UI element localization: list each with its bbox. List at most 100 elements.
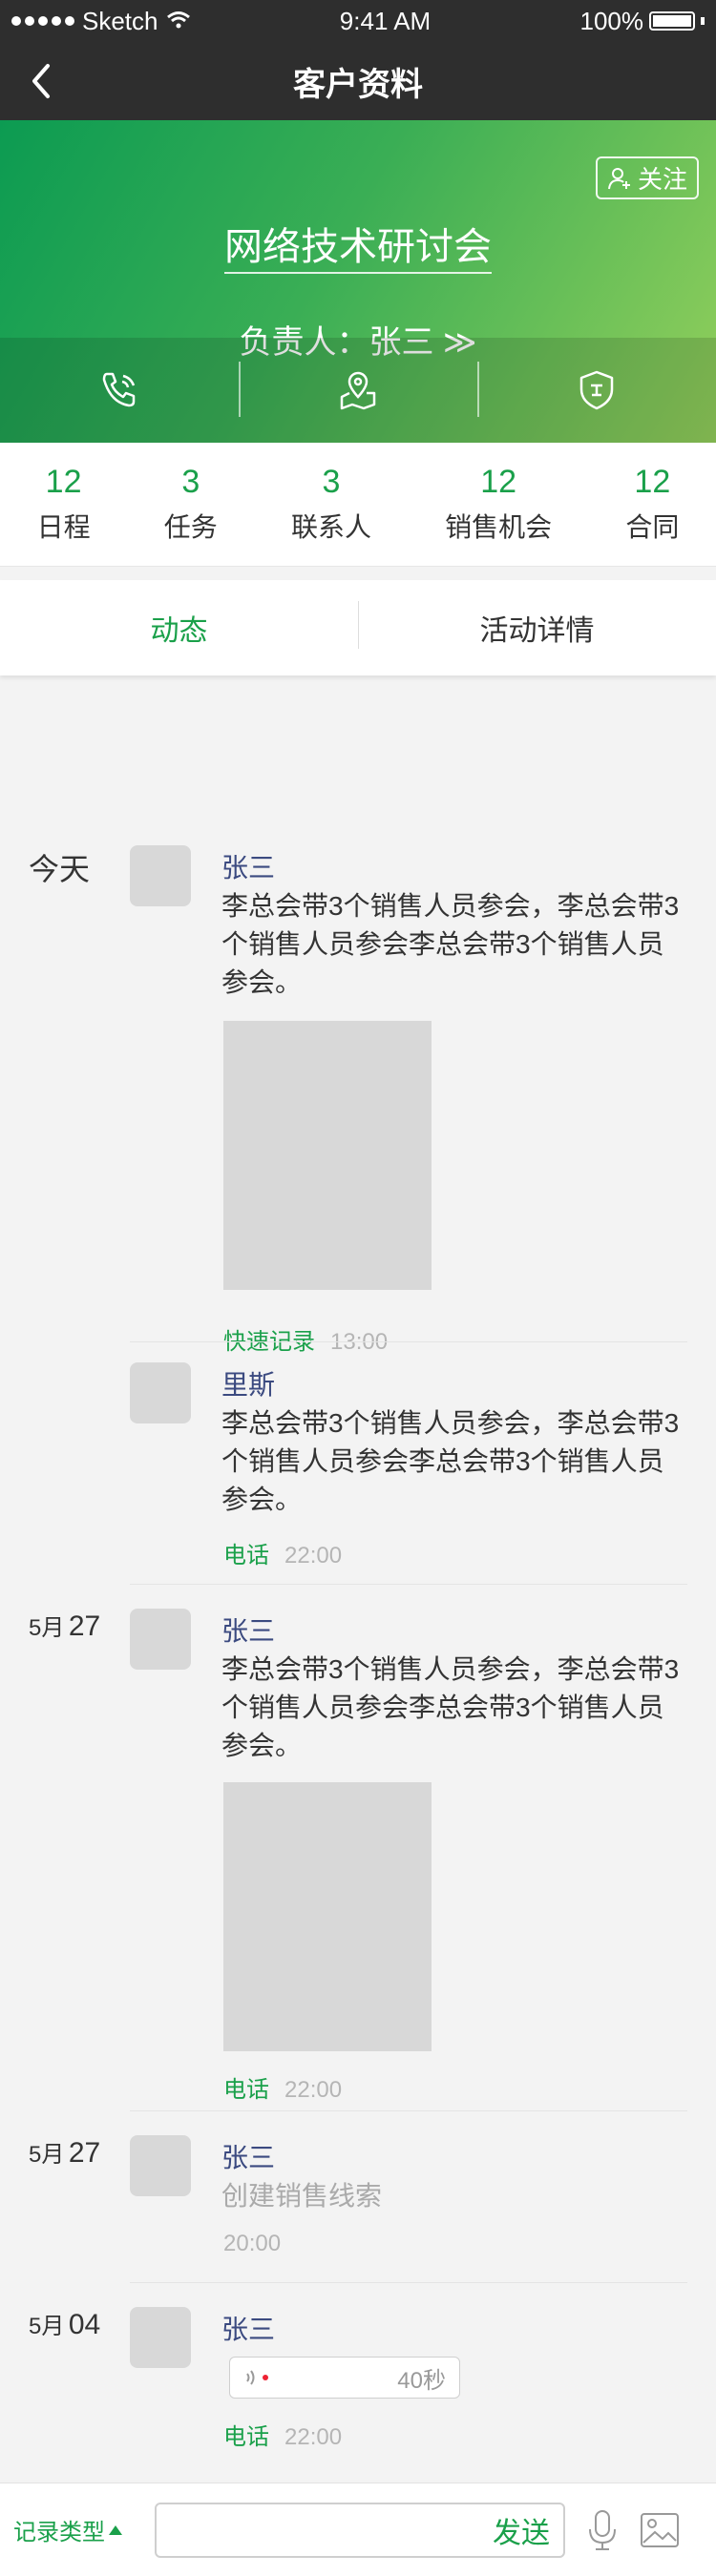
stat-label: 日程 [36,512,91,542]
record-type: 电话 [223,2424,269,2450]
record-input[interactable] [170,2515,493,2545]
map-pin-icon [340,371,376,410]
page-title: 客户资料 [293,66,423,103]
clock: 9:41 AM [339,6,432,35]
wifi-icon [166,7,191,36]
divider [130,2110,687,2111]
entry-meta: 电话 22:00 [223,2070,342,2104]
date-label: 5月 27 [29,2135,100,2170]
entry-meta: 快速记录 13:00 [223,1322,388,1356]
microphone-button[interactable] [586,2508,619,2552]
record-input-box: 发送 [155,2502,565,2558]
tab-activity[interactable]: 动态 [0,607,358,649]
signal-icon [11,16,74,26]
stat-label: 合同 [625,512,680,542]
stat-schedule[interactable]: 12 日程 [37,464,91,545]
entry-time: 22:00 [284,2424,343,2450]
stat-label: 销售机会 [445,512,553,542]
entry-photo[interactable] [223,1782,432,2051]
avatar[interactable] [130,1362,191,1423]
image-icon [641,2512,679,2547]
author-name[interactable]: 张三 [221,1610,275,1649]
shield-button[interactable] [477,338,716,443]
stat-contacts[interactable]: 3 联系人 [291,464,371,545]
add-user-icon [607,167,630,189]
image-button[interactable] [640,2511,680,2549]
battery-nub [701,17,705,25]
stat-opportunities[interactable]: 12 销售机会 [445,464,552,545]
stat-tasks[interactable]: 3 任务 [164,464,218,545]
quick-actions [0,338,716,443]
stat-label: 联系人 [290,512,371,542]
record-type: 电话 [223,1543,269,1568]
entry-time: 20:00 [223,2231,282,2256]
phone-icon [102,372,136,407]
battery: 100% [580,7,705,36]
customer-name-text: 网络技术研讨会 [224,226,492,274]
battery-percent: 100% [579,6,644,35]
follow-button[interactable]: 关注 [595,156,699,199]
author-name[interactable]: 张三 [221,2137,275,2175]
author-name[interactable]: 里斯 [221,1364,275,1402]
divider [130,1341,687,1342]
divider [130,1584,687,1585]
top-bar: Sketch 9:41 AM 100% 客户资料 [0,0,716,120]
entry-text: 李总会带3个销售人员参会，李总会带3个销售人员参会李总会带3个销售人员参会。 [221,1654,680,1760]
stat-number: 12 [634,464,671,500]
shield-icon [579,370,614,410]
author-name[interactable]: 张三 [221,2309,275,2347]
status-left: Sketch [11,7,191,36]
battery-icon [649,11,695,31]
stats-row: 12 日程 3 任务 3 联系人 12 销售机会 12 合同 [0,443,716,567]
entry-meta: 电话 22:00 [223,1536,342,1569]
customer-name: 网络技术研讨会 [0,216,716,274]
entry-text: 创建销售线索 [221,2181,383,2211]
avatar[interactable] [130,1609,191,1670]
back-button[interactable] [17,57,65,105]
unread-dot [263,2375,268,2380]
send-button[interactable]: 发送 [493,2509,550,2551]
avatar[interactable] [130,2307,191,2368]
status-bar: Sketch 9:41 AM 100% [0,0,716,42]
date-month: 5月 [29,2142,65,2168]
voice-message[interactable]: 40秒 [229,2357,460,2399]
date-month: 5月 [29,1615,65,1641]
record-type: 电话 [223,2077,269,2103]
tab-event-details[interactable]: 活动详情 [358,601,716,649]
call-button[interactable] [0,338,239,443]
chevron-left-icon [32,64,50,98]
entry-time: 22:00 [284,2077,343,2103]
date-label: 5月 04 [29,2307,100,2341]
entry-meta: 电话 22:00 [223,2418,342,2451]
follow-label: 关注 [637,165,687,194]
date-month: 5月 [29,2314,65,2339]
author-name[interactable]: 张三 [221,847,275,885]
record-type-label: 记录类型 [13,2520,105,2545]
microphone-icon [589,2509,616,2550]
entry-time: 22:00 [284,1543,343,1568]
date-day: 27 [68,1610,101,1642]
tab-bar: 动态 活动详情 [0,580,716,675]
stat-contracts[interactable]: 12 合同 [625,464,679,545]
location-button[interactable] [239,338,477,443]
stat-number: 3 [181,464,200,500]
customer-hero: 关注 网络技术研讨会 负责人：张三 ≫ [0,120,716,443]
avatar[interactable] [130,845,191,906]
entry-photo[interactable] [223,1021,432,1290]
divider [130,2282,687,2283]
caret-up-icon [109,2524,122,2535]
date-label: 5月 27 [29,1609,100,1643]
nav-bar: 客户资料 [0,42,716,120]
carrier: Sketch [82,6,158,35]
stat-label: 任务 [163,512,218,542]
bottom-input-bar: 记录类型 发送 [0,2483,716,2576]
stat-number: 3 [322,464,341,500]
date-label: 今天 [29,852,91,886]
record-type-selector[interactable]: 记录类型 [13,2513,155,2546]
voice-duration: 40秒 [397,2367,446,2394]
date-day: 27 [68,2137,101,2169]
entry-text: 李总会带3个销售人员参会，李总会带3个销售人员参会李总会带3个销售人员参会。 [221,891,680,997]
entry-text: 李总会带3个销售人员参会，李总会带3个销售人员参会李总会带3个销售人员参会。 [221,1408,680,1514]
date-day: 04 [68,2309,101,2340]
avatar[interactable] [130,2135,191,2196]
